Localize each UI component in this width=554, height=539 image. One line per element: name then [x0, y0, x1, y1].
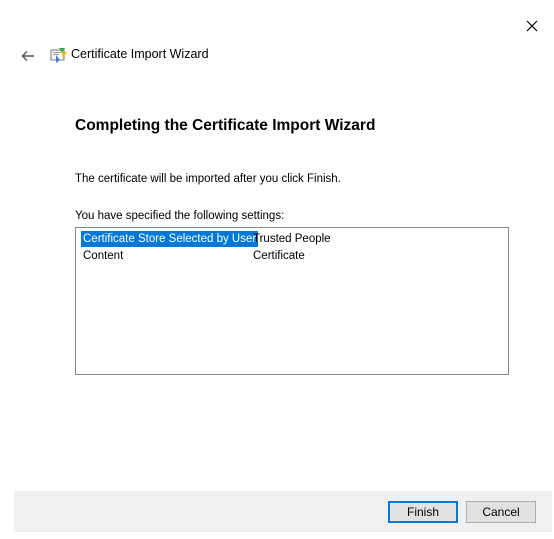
- window-title: Certificate Import Wizard: [71, 47, 209, 61]
- back-arrow-icon: [21, 51, 34, 61]
- settings-list[interactable]: Certificate Store Selected by User Trust…: [75, 227, 509, 375]
- finish-button[interactable]: Finish: [388, 501, 458, 523]
- certificate-icon: [50, 48, 67, 63]
- button-footer: Finish Cancel: [14, 491, 552, 532]
- settings-row-key: Content: [83, 250, 124, 262]
- page-heading: Completing the Certificate Import Wizard: [75, 117, 376, 134]
- back-button[interactable]: [16, 44, 40, 68]
- settings-label: You have specified the following setting…: [75, 210, 285, 222]
- settings-row-value: Trusted People: [253, 233, 331, 245]
- settings-row-key: Certificate Store Selected by User: [81, 231, 259, 247]
- settings-row-value: Certificate: [253, 250, 305, 262]
- certificate-import-wizard-dialog: Certificate Import Wizard Completing the…: [0, 0, 554, 539]
- page-description: The certificate will be imported after y…: [75, 173, 341, 185]
- close-button[interactable]: [518, 12, 546, 40]
- close-icon: [526, 20, 538, 32]
- cancel-button[interactable]: Cancel: [466, 501, 536, 523]
